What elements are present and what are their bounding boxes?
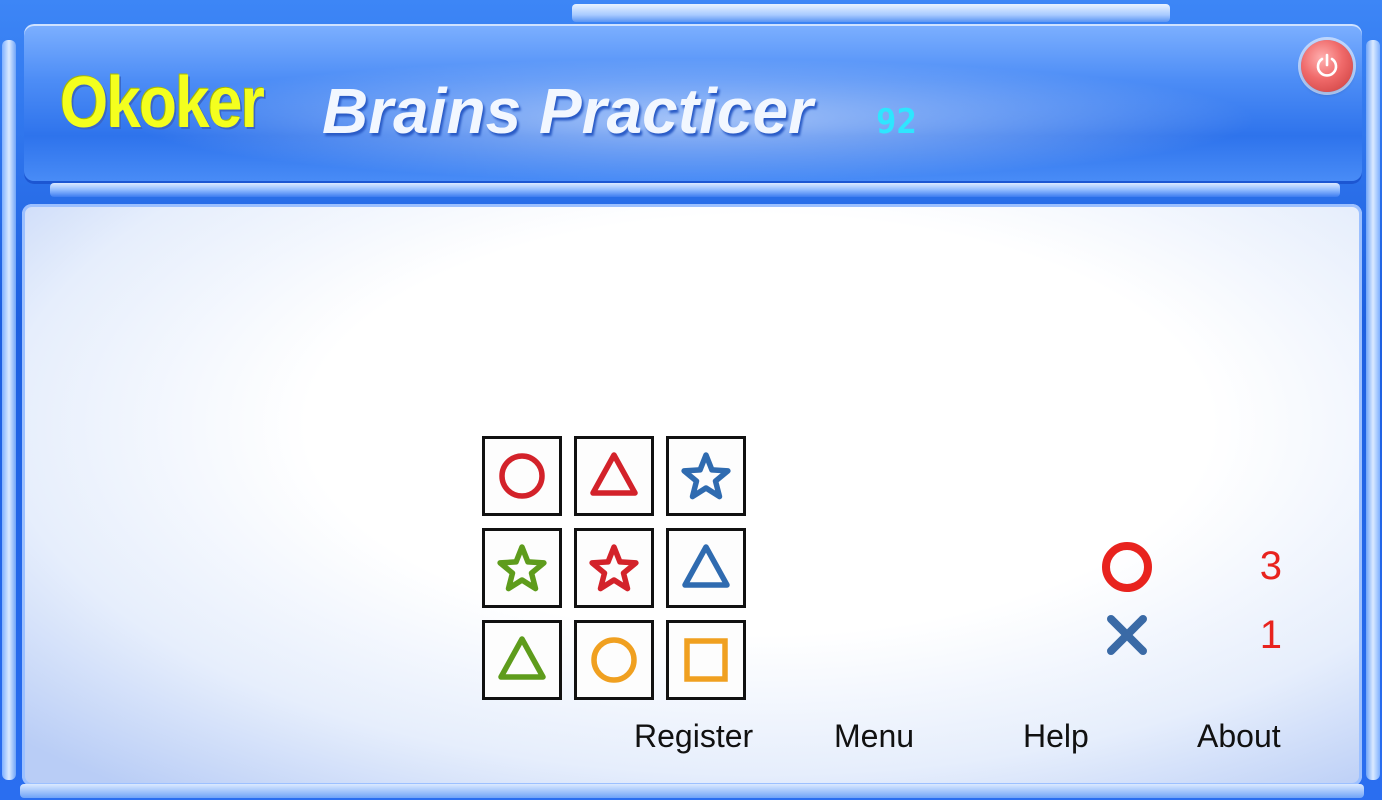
triangle-shape	[498, 636, 546, 680]
wrong-cross-icon	[1107, 615, 1147, 655]
about-link[interactable]: About	[1197, 718, 1281, 755]
power-button[interactable]	[1301, 40, 1353, 92]
frame-bottom-rail	[20, 784, 1364, 798]
square-shape	[684, 638, 728, 682]
correct-count: 3	[1259, 544, 1282, 588]
grid-cell[interactable]	[482, 620, 562, 700]
grid-cell[interactable]	[666, 620, 746, 700]
triangle-icon	[590, 452, 638, 496]
triangle-shape	[590, 452, 638, 496]
star-icon	[497, 544, 547, 592]
star-shape	[681, 452, 731, 500]
shape-grid	[482, 436, 752, 706]
help-link[interactable]: Help	[1023, 718, 1089, 755]
square-icon	[684, 638, 728, 682]
menu-link[interactable]: Menu	[834, 718, 914, 755]
brand-logo: Okoker	[60, 63, 265, 143]
triangle-icon	[498, 636, 546, 680]
grid-cell[interactable]	[666, 528, 746, 608]
grid-cell[interactable]	[574, 436, 654, 516]
grid-cell[interactable]	[574, 620, 654, 700]
correct-circle-icon	[1102, 542, 1152, 592]
frame-left-rail	[2, 40, 16, 780]
score-display: 92	[876, 102, 917, 142]
circle-shape	[591, 637, 637, 683]
grid-cell[interactable]	[482, 528, 562, 608]
frame-right-rail	[1366, 40, 1380, 780]
star-icon	[589, 544, 639, 592]
circle-icon	[499, 453, 545, 499]
circle-icon	[591, 637, 637, 683]
grid-cell[interactable]	[574, 528, 654, 608]
star-shape	[589, 544, 639, 592]
circle-shape	[499, 453, 545, 499]
header-divider	[50, 183, 1340, 197]
triangle-icon	[682, 544, 730, 588]
register-link[interactable]: Register	[634, 718, 753, 755]
grid-cell[interactable]	[666, 436, 746, 516]
triangle-shape	[682, 544, 730, 588]
grid-cell[interactable]	[482, 436, 562, 516]
power-icon	[1316, 53, 1338, 77]
frame-top-rail	[572, 4, 1170, 22]
wrong-count: 1	[1259, 613, 1282, 657]
star-shape	[497, 544, 547, 592]
app-title: Brains Practicer	[322, 75, 813, 147]
star-icon	[681, 452, 731, 500]
